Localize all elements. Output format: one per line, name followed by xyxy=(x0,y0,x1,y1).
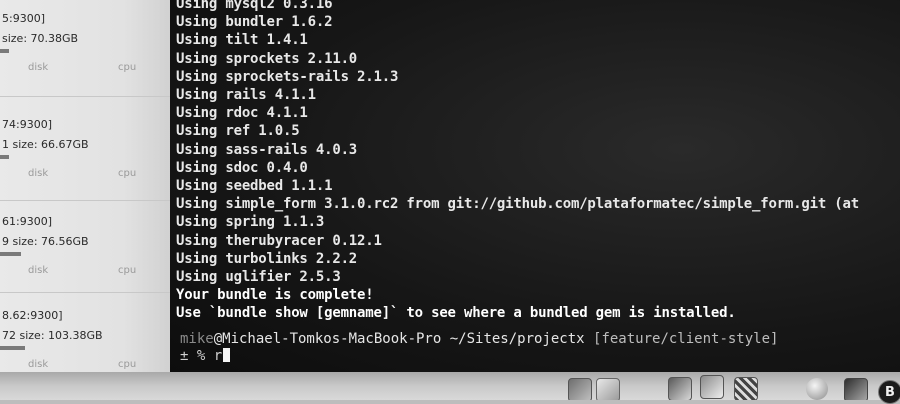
terminal-line: Using ref 1.0.5 xyxy=(176,123,300,140)
divider xyxy=(0,292,176,293)
terminal-line: Your bundle is complete! xyxy=(176,287,374,304)
server-size: 72 size: 103.38GB xyxy=(2,329,103,342)
terminal-window[interactable]: Using mysql2 0.3.16 Using bundler 1.6.2 Us… xyxy=(170,0,900,372)
terminal-line: Use `bundle show [gemname]` to see where… xyxy=(176,305,736,322)
disk-usage-bar xyxy=(0,346,25,350)
calendar-dock-icon[interactable] xyxy=(596,378,620,400)
prompt-git-branch: [feature/client-style] xyxy=(584,331,779,347)
chess-dock-icon[interactable] xyxy=(734,377,758,400)
server-entry[interactable]: 61:9300] 9 size: 76.56GB disk cpu xyxy=(0,215,176,295)
terminal-line: Using bundler 1.6.2 xyxy=(176,14,333,31)
disk-usage-bar xyxy=(0,49,9,53)
terminal-line: Using simple_form 3.1.0.rc2 from git://g… xyxy=(176,196,859,213)
divider xyxy=(0,96,176,97)
terminal-line: Using turbolinks 2.2.2 xyxy=(176,250,358,267)
terminal-output: Using mysql2 0.3.16 Using bundler 1.6.2 Us… xyxy=(176,0,859,323)
cpu-label: cpu xyxy=(118,359,137,370)
terminal-line: Using rails 4.1.1 xyxy=(176,87,316,104)
server-host: 5:9300] xyxy=(2,12,45,25)
typed-command: r xyxy=(213,348,223,364)
settings-dock-icon[interactable] xyxy=(844,378,868,400)
app-dock-icon[interactable] xyxy=(700,375,724,399)
terminal-line: Using sdoc 0.4.0 xyxy=(176,159,308,176)
terminal-line: Using sprockets-rails 2.1.3 xyxy=(176,68,399,85)
terminal-line: Using sprockets 2.11.0 xyxy=(176,50,358,67)
terminal-line: Using therubyracer 0.12.1 xyxy=(176,232,382,249)
disk-label: disk xyxy=(28,265,49,276)
server-host: 8.62:9300] xyxy=(2,309,63,322)
server-entry[interactable]: 74:9300] 1 size: 66.67GB disk cpu xyxy=(0,118,176,198)
disk-label: disk xyxy=(28,62,49,73)
disk-usage-bar xyxy=(0,155,9,159)
dock xyxy=(0,372,900,400)
terminal-line: Using spring 1.1.3 xyxy=(176,214,325,231)
server-size: 1 size: 66.67GB xyxy=(2,138,89,151)
globe-dock-icon[interactable] xyxy=(806,378,828,400)
prompt-user: mike xyxy=(180,331,214,347)
user-avatar[interactable]: B xyxy=(878,380,900,404)
server-list-panel: 5:9300] size: 70.38GB disk cpu 74:9300] … xyxy=(0,0,176,372)
text-cursor xyxy=(223,348,231,362)
cpu-label: cpu xyxy=(118,62,137,73)
preview-dock-icon[interactable] xyxy=(668,377,692,400)
terminal-line: Using uglifier 2.5.3 xyxy=(176,269,341,286)
server-size: 9 size: 76.56GB xyxy=(2,235,89,248)
server-entry[interactable]: 5:9300] size: 70.38GB disk cpu xyxy=(0,12,176,92)
cpu-label: cpu xyxy=(118,265,137,276)
server-entry[interactable]: 8.62:9300] 72 size: 103.38GB disk cpu xyxy=(0,309,176,372)
terminal-line: Using mysql2 0.3.16 xyxy=(176,0,333,12)
divider xyxy=(0,200,176,201)
disk-label: disk xyxy=(28,359,49,370)
server-host: 61:9300] xyxy=(2,215,52,228)
terminal-line: Using rdoc 4.1.1 xyxy=(176,105,308,122)
server-size: size: 70.38GB xyxy=(2,32,79,45)
input-prefix: ± % xyxy=(180,348,214,364)
disk-usage-bar xyxy=(0,252,21,256)
finder-dock-icon[interactable] xyxy=(568,378,592,400)
disk-label: disk xyxy=(28,168,49,179)
terminal-line: Using tilt 1.4.1 xyxy=(176,32,308,49)
terminal-line: Using sass-rails 4.0.3 xyxy=(176,141,358,158)
terminal-line: Using seedbed 1.1.1 xyxy=(176,178,333,195)
terminal-prompt: mike@Michael-Tomkos-MacBook-Pro ~/Sites/… xyxy=(180,331,778,347)
terminal-input[interactable]: ± % r xyxy=(180,348,231,364)
prompt-host-path: @Michael-Tomkos-MacBook-Pro ~/Sites/proj… xyxy=(213,331,585,347)
server-host: 74:9300] xyxy=(2,118,52,131)
cpu-label: cpu xyxy=(118,168,137,179)
